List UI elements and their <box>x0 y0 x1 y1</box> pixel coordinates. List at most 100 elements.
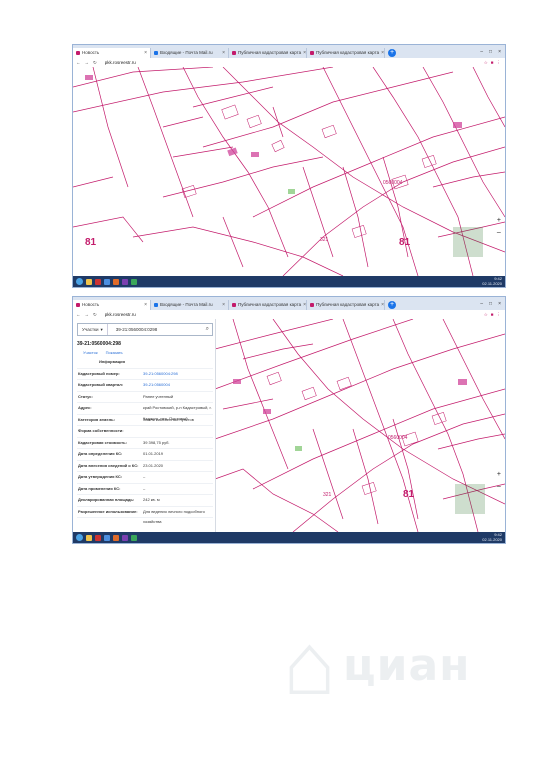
close-tab-icon[interactable]: × <box>381 300 384 310</box>
object-info-panel: Участки ▾ 39-21:0560004:0298 ⌕ 39-21:056… <box>73 319 216 532</box>
tab-favicon-icon <box>232 51 236 55</box>
browser-tab-1[interactable]: Новость × <box>73 300 151 310</box>
browser-tab-1[interactable]: Новость × <box>73 48 151 58</box>
info-key: Разрешенное использование: <box>78 508 138 514</box>
start-icon[interactable] <box>76 278 83 285</box>
app-icon[interactable] <box>122 278 128 285</box>
system-tray-clock: 9:42 02.11.2020 <box>482 276 505 286</box>
url-field[interactable]: pkk.rosreestr.ru <box>105 312 136 317</box>
info-row: Адрес: край Ростовский, р-н Кадастровый, … <box>77 403 213 421</box>
menu-icon[interactable]: ⋮ <box>497 60 502 66</box>
close-tab-icon[interactable]: × <box>144 48 147 58</box>
folder-icon[interactable] <box>86 278 92 285</box>
search-input[interactable]: 39-21:0560004:0298 <box>108 327 158 332</box>
browser-tab-3[interactable]: Публичная кадастровая карта × <box>229 300 307 310</box>
app-icon[interactable] <box>113 278 119 285</box>
close-tab-icon[interactable]: × <box>222 300 225 310</box>
url-field[interactable]: pkk.rosreestr.ru <box>105 60 136 65</box>
tab-label: Публичная кадастровая карта <box>238 302 302 307</box>
browser-icon[interactable] <box>131 278 137 285</box>
forward-icon[interactable]: → <box>85 312 90 317</box>
reload-icon[interactable]: ↻ <box>93 60 97 66</box>
maximize-button[interactable]: □ <box>489 49 492 55</box>
browser-tab-3[interactable]: Публичная кадастровая карта × <box>229 48 307 58</box>
new-tab-button[interactable]: + <box>388 301 396 309</box>
minimize-button[interactable]: – <box>480 301 483 307</box>
extension-icon[interactable]: ■ <box>491 312 494 318</box>
toolbar-icons: ☆ ■ ⋮ <box>484 312 505 318</box>
browser-tab-2[interactable]: Входящие - Почта Mail.ru × <box>151 48 229 58</box>
reload-icon[interactable]: ↻ <box>93 312 97 318</box>
info-value: 242 кв. м <box>143 497 160 502</box>
window-controls: – □ × <box>480 301 505 307</box>
extension-icon[interactable]: ■ <box>491 60 494 66</box>
tab-show[interactable]: Показать <box>106 350 123 355</box>
search-type-select[interactable]: Участки ▾ <box>78 324 108 335</box>
zoom-out-button[interactable]: – <box>497 229 501 236</box>
map-canvas[interactable]: 81 81 0560004 321 <box>73 67 505 276</box>
browser-tab-2[interactable]: Входящие - Почта Mail.ru × <box>151 300 229 310</box>
tab-parcel[interactable]: Участок <box>83 350 98 355</box>
tab-label: Входящие - Почта Mail.ru <box>160 50 213 55</box>
minimize-button[interactable]: – <box>480 49 483 55</box>
toolbar-icons: ☆ ■ ⋮ <box>484 60 505 66</box>
close-tab-icon[interactable]: × <box>144 300 147 310</box>
new-tab-button[interactable]: + <box>388 49 396 57</box>
app-icon[interactable] <box>122 534 128 541</box>
info-value: Ранее учтенный <box>143 393 174 399</box>
info-key: Статус: <box>78 393 93 399</box>
browser-tab-4[interactable]: Публичная кадастровая карта × <box>307 300 385 310</box>
app-icon[interactable] <box>113 534 119 541</box>
info-key: Форма собственности: <box>78 428 124 433</box>
start-icon[interactable] <box>76 534 83 541</box>
windows-taskbar: 9:42 02.11.2020 <box>73 276 505 287</box>
cadastral-search[interactable]: Участки ▾ 39-21:0560004:0298 ⌕ <box>77 323 213 336</box>
search-icon[interactable]: ⌕ <box>206 326 212 333</box>
info-key: Кадастровая стоимость: <box>78 439 127 445</box>
close-tab-icon[interactable]: × <box>303 300 306 310</box>
close-window-button[interactable]: × <box>498 49 501 55</box>
bookmark-icon[interactable]: ☆ <box>484 312 488 318</box>
object-title: 39-21:0560004:298 <box>77 341 121 347</box>
quarter-label: 0560004 <box>383 180 403 186</box>
browser-screenshot-top: Новость × Входящие - Почта Mail.ru × Пуб… <box>72 44 506 288</box>
cadastral-map[interactable]: 81 81 0560004 321 + – <box>73 67 505 276</box>
tab-label: Публичная кадастровая карта <box>238 50 302 55</box>
back-icon[interactable]: ← <box>76 312 81 317</box>
clock-date: 02.11.2020 <box>482 536 502 542</box>
system-tray-clock: 9:42 02.11.2020 <box>482 532 505 542</box>
info-key: Категория земель: <box>78 416 115 422</box>
cian-logo-icon: ⌂ <box>283 614 337 713</box>
cian-watermark: ⌂ циан <box>283 612 478 717</box>
tab-favicon-icon <box>310 303 314 307</box>
map-zoom-controls: + – <box>497 217 501 236</box>
bookmark-icon[interactable]: ☆ <box>484 60 488 66</box>
close-window-button[interactable]: × <box>498 301 501 307</box>
folder-icon[interactable] <box>86 534 92 541</box>
zoom-in-button[interactable]: + <box>497 217 501 224</box>
maximize-button[interactable]: □ <box>489 301 492 307</box>
back-icon[interactable]: ← <box>76 60 81 65</box>
app-icon[interactable] <box>104 534 110 541</box>
close-tab-icon[interactable]: × <box>381 48 384 58</box>
app-icon[interactable] <box>104 278 110 285</box>
zoom-in-button[interactable]: + <box>497 471 501 478</box>
object-tabs: Участок Показать <box>83 350 123 355</box>
app-icon[interactable] <box>95 534 101 541</box>
info-row: Информация <box>77 357 213 369</box>
info-value[interactable]: 39-21:0560004 <box>143 380 213 391</box>
forward-icon[interactable]: → <box>85 60 90 65</box>
info-row: Разрешенное использование: Для ведения ли… <box>77 507 213 524</box>
close-tab-icon[interactable]: × <box>222 48 225 58</box>
info-value[interactable]: 39-21:0560004:298 <box>143 369 213 380</box>
close-tab-icon[interactable]: × <box>303 48 306 58</box>
zoom-out-button[interactable]: – <box>497 483 501 490</box>
info-row: Дата внесения сведений о КС: 23.01.2020 <box>77 461 213 472</box>
app-icon[interactable] <box>95 278 101 285</box>
menu-icon[interactable]: ⋮ <box>497 312 502 318</box>
browser-screenshot-bottom: Новость × Входящие - Почта Mail.ru × Пуб… <box>72 296 506 544</box>
tab-favicon-icon <box>154 303 158 307</box>
info-key: Кадастровый квартал: <box>78 382 124 387</box>
browser-tab-4[interactable]: Публичная кадастровая карта × <box>307 48 385 58</box>
browser-icon[interactable] <box>131 534 137 541</box>
